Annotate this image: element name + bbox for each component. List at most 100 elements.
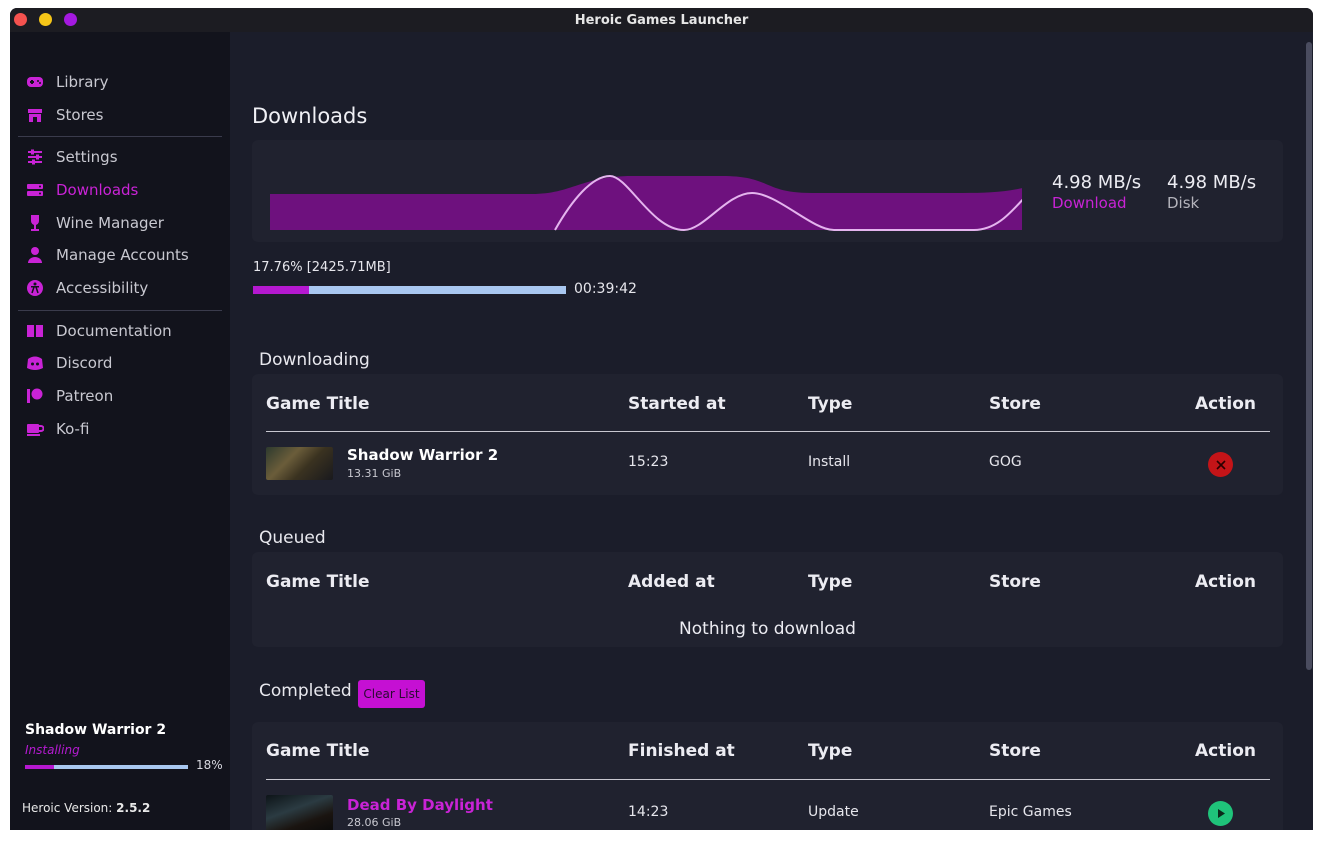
- eta-text: 00:39:42: [574, 281, 637, 297]
- download-speed-stat: 4.98 MB/s Download: [1052, 172, 1141, 212]
- sidebar-item-wine-manager[interactable]: Wine Manager: [26, 211, 164, 235]
- column-header-action: Action: [1195, 741, 1256, 761]
- sidebar-item-settings[interactable]: Settings: [26, 145, 118, 169]
- header-divider: [266, 431, 1270, 432]
- current-download-progress-fill: [25, 765, 55, 769]
- sidebar-item-label: Manage Accounts: [56, 246, 189, 264]
- completed-table: Game Title Finished at Type Store Action…: [252, 722, 1283, 830]
- sidebar-item-patreon[interactable]: Patreon: [26, 384, 113, 408]
- book-icon: [27, 325, 43, 337]
- current-download-percent: 18%: [196, 758, 223, 772]
- game-thumbnail[interactable]: [266, 795, 333, 830]
- sidebar-divider: [18, 310, 222, 311]
- column-header-store: Store: [989, 572, 1041, 592]
- downloading-table: Game Title Started at Type Store Action …: [252, 374, 1283, 495]
- version-number: 2.5.2: [116, 801, 151, 815]
- clear-list-button[interactable]: Clear List: [358, 680, 425, 708]
- disk-speed-label: Disk: [1167, 194, 1200, 212]
- window-controls: [14, 13, 77, 26]
- wine-glass-icon: [31, 215, 39, 231]
- column-header-title: Game Title: [266, 741, 370, 761]
- column-header-added: Added at: [628, 572, 715, 592]
- game-title-link[interactable]: Dead By Daylight: [347, 796, 493, 814]
- sidebar-item-manage-accounts[interactable]: Manage Accounts: [26, 243, 189, 267]
- close-window-button[interactable]: [14, 13, 27, 26]
- current-download-title[interactable]: Shadow Warrior 2: [25, 722, 166, 738]
- column-header-type: Type: [808, 572, 853, 592]
- column-header-type: Type: [808, 394, 853, 414]
- patreon-icon: [27, 388, 43, 403]
- play-icon: [1217, 809, 1225, 818]
- column-header-started: Started at: [628, 394, 726, 414]
- cancel-x-icon: [1215, 459, 1226, 470]
- sidebar-item-label: Documentation: [56, 322, 172, 340]
- sidebar-item-label: Accessibility: [56, 279, 149, 297]
- store-name: Epic Games: [989, 804, 1072, 820]
- minimize-window-button[interactable]: [39, 13, 52, 26]
- downloading-section-title: Downloading: [259, 350, 370, 370]
- sidebar-item-label: Settings: [56, 148, 118, 166]
- sidebar: Library Stores Settings Downloads Wine M…: [10, 32, 230, 830]
- download-progress-fill: [253, 286, 309, 294]
- gamepad-icon: [27, 77, 43, 87]
- sidebar-item-ko-fi[interactable]: Ko-fi: [26, 417, 89, 441]
- window-title: Heroic Games Launcher: [574, 12, 749, 28]
- queued-section-title: Queued: [259, 528, 326, 548]
- column-header-action: Action: [1195, 572, 1256, 592]
- download-type: Update: [808, 804, 859, 820]
- version-label: Heroic Version:: [22, 801, 113, 815]
- column-header-title: Game Title: [266, 394, 370, 414]
- finished-time: 14:23: [628, 804, 669, 820]
- game-thumbnail[interactable]: [266, 447, 333, 480]
- sidebar-item-label: Discord: [56, 354, 113, 372]
- column-header-finished: Finished at: [628, 741, 735, 761]
- sidebar-item-discord[interactable]: Discord: [26, 351, 112, 375]
- current-download-progress-bar: [25, 765, 188, 769]
- download-speed-value: 4.98 MB/s: [1052, 172, 1142, 193]
- user-icon: [28, 247, 42, 263]
- disk-speed-stat: 4.98 MB/s Disk: [1167, 172, 1256, 212]
- play-game-button[interactable]: [1208, 801, 1233, 826]
- sidebar-item-accessibility[interactable]: Accessibility: [26, 276, 148, 300]
- scrollbar-thumb[interactable]: [1306, 42, 1312, 670]
- sidebar-item-downloads[interactable]: Downloads: [26, 178, 138, 202]
- sidebar-divider: [18, 136, 222, 137]
- column-header-action: Action: [1195, 394, 1256, 414]
- download-type: Install: [808, 454, 851, 470]
- column-header-title: Game Title: [266, 572, 370, 592]
- sidebar-item-label: Patreon: [56, 387, 114, 405]
- cancel-download-button[interactable]: [1208, 452, 1233, 477]
- started-time: 15:23: [628, 454, 669, 470]
- store-name: GOG: [989, 454, 1022, 470]
- column-header-store: Store: [989, 394, 1041, 414]
- header-divider: [266, 779, 1270, 780]
- sidebar-item-label: Library: [56, 73, 109, 91]
- coffee-cup-icon: [27, 424, 44, 436]
- progress-text: 17.76% [2425.71MB]: [253, 260, 391, 275]
- accessibility-icon: [27, 280, 43, 296]
- column-header-type: Type: [808, 741, 853, 761]
- completed-section-title: Completed: [259, 681, 352, 701]
- disk-speed-area: [270, 176, 1022, 230]
- app-window: Heroic Games Launcher Library Stores Set…: [10, 8, 1313, 830]
- empty-queue-message: Nothing to download: [679, 619, 856, 639]
- column-header-store: Store: [989, 741, 1041, 761]
- sidebar-item-label: Ko-fi: [56, 420, 90, 438]
- game-title[interactable]: Shadow Warrior 2: [347, 446, 498, 464]
- sidebar-item-stores[interactable]: Stores: [26, 103, 103, 127]
- main-content: Downloads 4.98 MB/s Download 4.98 MB/s D…: [230, 32, 1313, 830]
- download-progress-bar: [253, 286, 566, 294]
- game-size: 13.31 GiB: [347, 467, 402, 480]
- maximize-window-button[interactable]: [64, 13, 77, 26]
- sidebar-item-library[interactable]: Library: [26, 70, 108, 94]
- current-download-status: Installing: [25, 743, 80, 757]
- hard-drive-icon: [27, 184, 43, 196]
- sliders-icon: [28, 149, 42, 165]
- page-title: Downloads: [252, 104, 368, 128]
- sidebar-item-documentation[interactable]: Documentation: [26, 319, 172, 343]
- version-info: Heroic Version: 2.5.2: [22, 801, 150, 815]
- sidebar-item-label: Stores: [56, 106, 104, 124]
- scrollbar[interactable]: [1306, 32, 1313, 830]
- sidebar-item-label: Wine Manager: [56, 214, 164, 232]
- queued-table: Game Title Added at Type Store Action No…: [252, 552, 1283, 647]
